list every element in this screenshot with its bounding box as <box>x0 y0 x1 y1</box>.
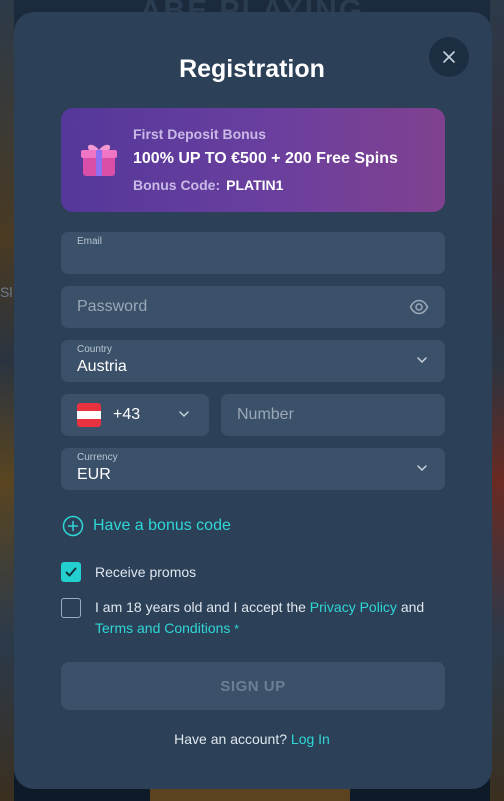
currency-label: Currency <box>77 452 118 463</box>
checkmark-icon <box>65 567 77 577</box>
privacy-policy-link[interactable]: Privacy Policy <box>310 599 397 615</box>
terms-label: I am 18 years old and I accept the Priva… <box>95 597 445 640</box>
bonus-code-link-text: Have a bonus code <box>93 517 231 534</box>
phone-number-placeholder: Number <box>237 406 294 423</box>
currency-value: EUR <box>77 466 111 483</box>
chevron-down-icon <box>417 465 427 472</box>
bonus-code-label: Bonus Code: <box>133 177 221 193</box>
login-row: Have an account? Log In <box>0 731 504 747</box>
bonus-code-row: Bonus Code: PLATIN1 <box>133 177 283 193</box>
phone-code-value: +43 <box>113 406 141 423</box>
terms-text-before: I am 18 years old and I accept the <box>95 599 310 615</box>
country-label: Country <box>77 344 113 355</box>
terms-checkbox[interactable] <box>61 598 81 618</box>
country-select[interactable]: Country Austria <box>61 340 445 382</box>
country-value: Austria <box>77 358 127 375</box>
bonus-headline: 100% UP TO €500 + 200 Free Spins <box>133 150 398 167</box>
terms-conditions-link[interactable]: Terms and Conditions <box>95 620 230 636</box>
bonus-code: PLATIN1 <box>226 177 284 193</box>
background-side-text: Sl <box>0 284 13 300</box>
modal-title: Registration <box>179 55 325 83</box>
phone-number-input[interactable]: Number <box>221 394 445 436</box>
austria-flag-icon <box>77 403 101 427</box>
password-field[interactable]: Password <box>61 286 445 328</box>
promos-label: Receive promos <box>95 564 197 580</box>
sign-up-button[interactable]: SIGN UP <box>61 662 445 710</box>
plus-circle-icon <box>62 515 84 537</box>
background-strip-right <box>490 0 504 801</box>
bonus-label: First Deposit Bonus <box>133 126 267 142</box>
eye-icon[interactable] <box>409 297 429 317</box>
chevron-down-icon <box>417 357 427 364</box>
login-link[interactable]: Log In <box>291 731 330 747</box>
terms-text-and: and <box>396 599 425 615</box>
password-placeholder: Password <box>77 298 148 315</box>
email-field[interactable]: Email <box>61 232 445 274</box>
currency-select[interactable]: Currency EUR <box>61 448 445 490</box>
chevron-down-icon <box>179 411 189 418</box>
background-strip-left <box>0 0 14 801</box>
bonus-banner: First Deposit Bonus 100% UP TO €500 + 20… <box>61 108 445 212</box>
gift-icon <box>81 144 117 176</box>
bonus-code-link[interactable]: Have a bonus code <box>62 514 231 538</box>
promos-checkbox[interactable] <box>61 562 81 582</box>
required-mark: * <box>234 622 239 636</box>
phone-code-select[interactable]: +43 <box>61 394 209 436</box>
login-prompt: Have an account? <box>174 731 288 747</box>
email-label: Email <box>77 236 103 247</box>
